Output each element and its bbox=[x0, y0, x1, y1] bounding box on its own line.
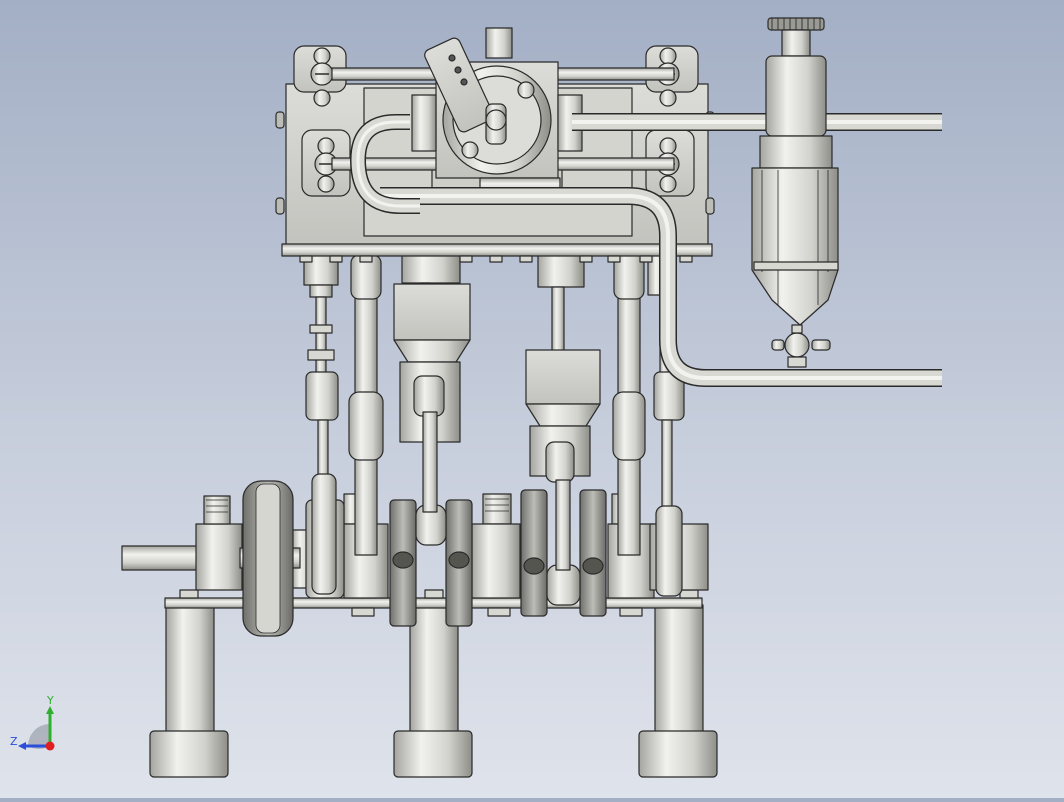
flywheel bbox=[242, 480, 294, 637]
engine-feet bbox=[149, 604, 718, 778]
engine-model[interactable]: Y Z bbox=[0, 0, 1064, 798]
z-axis-label: Z bbox=[10, 735, 18, 748]
cylinder-left-crosshead bbox=[393, 254, 471, 513]
axis-triad: Y Z bbox=[10, 694, 55, 751]
cad-viewport[interactable]: Y Z bbox=[0, 0, 1064, 798]
x-axis-dot bbox=[45, 741, 55, 751]
lubricator bbox=[751, 17, 839, 368]
y-axis-label: Y bbox=[46, 694, 54, 707]
valve-chest bbox=[411, 27, 583, 195]
